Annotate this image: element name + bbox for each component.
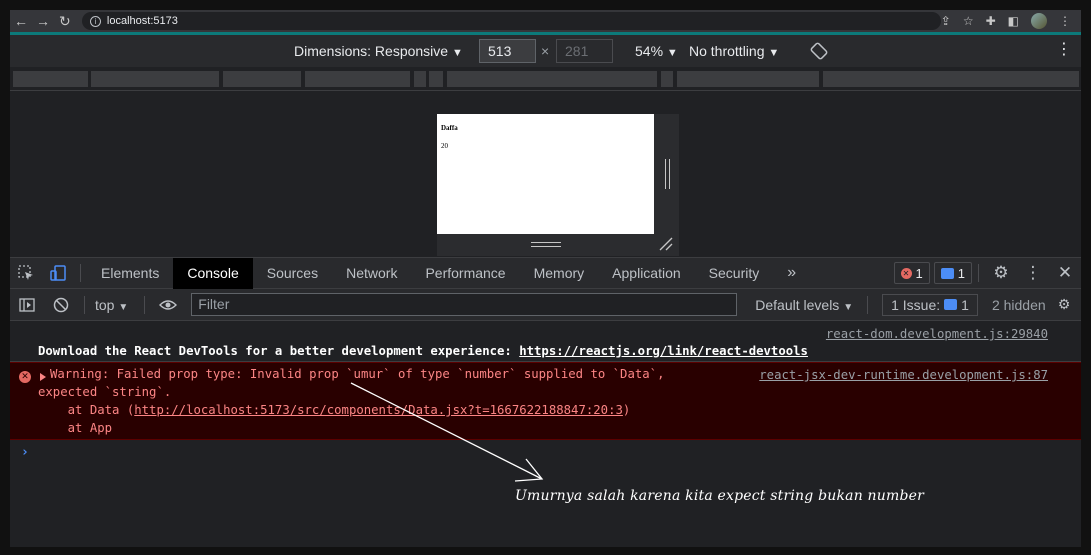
media-query-segment[interactable] — [677, 71, 819, 87]
media-query-segment[interactable] — [429, 71, 443, 87]
height-input[interactable]: 281 — [556, 39, 613, 63]
share-icon[interactable]: ⇪ — [941, 14, 951, 28]
tab-elements[interactable]: Elements — [87, 258, 173, 289]
tab-sources[interactable]: Sources — [253, 258, 332, 289]
divider — [867, 295, 869, 314]
emulated-page[interactable]: Daffa 20 — [437, 114, 654, 234]
dropdown-triangle-icon: ▼ — [666, 47, 678, 59]
resize-grip-icon — [665, 159, 670, 189]
media-query-segment[interactable] — [447, 71, 657, 87]
site-info-icon[interactable]: i — [89, 15, 101, 27]
tab-console[interactable]: Console — [173, 257, 253, 289]
log-levels-select[interactable]: Default levels ▼ — [747, 297, 861, 313]
tab-memory[interactable]: Memory — [520, 258, 599, 289]
live-expression-eye-icon[interactable] — [151, 299, 185, 311]
close-icon[interactable]: ✕ — [1049, 263, 1081, 283]
extensions-puzzle-icon[interactable]: ✚ — [986, 14, 996, 28]
divider — [978, 264, 979, 282]
device-toolbar: Dimensions: Responsive ▼ 513 × 281 54% ▼… — [10, 35, 1081, 67]
bookmark-star-icon[interactable]: ☆ — [963, 14, 974, 28]
divider — [84, 295, 85, 314]
dimensions-select[interactable]: Dimensions: Responsive ▼ — [294, 43, 463, 59]
url-text: localhost:5173 — [106, 15, 178, 27]
hidden-count: 2 hidden — [991, 296, 1046, 313]
throttling-select[interactable]: No throttling ▼ — [689, 43, 779, 59]
inspect-element-icon[interactable] — [10, 258, 42, 289]
dropdown-triangle-icon: ▼ — [768, 47, 780, 59]
annotation-arrow-icon — [350, 382, 544, 482]
media-query-segment[interactable] — [414, 71, 426, 87]
issues-button[interactable]: 1 Issue: 1 — [882, 293, 978, 316]
media-query-segment[interactable] — [13, 71, 88, 87]
browser-window: ← → ↻ i localhost:5173 ⇪ ☆ ✚ ◧ ⋮ Dimensi… — [10, 10, 1081, 547]
side-panel-icon[interactable]: ◧ — [1008, 14, 1019, 28]
error-count-badge[interactable]: ✕ 1 — [893, 262, 930, 284]
clear-console-icon[interactable] — [44, 297, 78, 313]
dropdown-triangle-icon: ▼ — [451, 47, 463, 59]
error-icon: ✕ — [900, 267, 912, 279]
profile-avatar[interactable] — [1031, 13, 1047, 29]
divider — [144, 295, 146, 314]
forward-arrow-icon[interactable]: → — [32, 10, 54, 32]
rotate-device-icon[interactable] — [810, 42, 828, 60]
back-arrow-icon[interactable]: ← — [10, 10, 32, 32]
tab-application[interactable]: Application — [598, 258, 695, 289]
more-tabs-button[interactable]: » — [773, 264, 810, 282]
resize-handle-bottom[interactable] — [437, 234, 654, 256]
message-icon — [940, 267, 954, 279]
context-select[interactable]: top ▼ — [91, 297, 138, 313]
browser-menu-icon[interactable]: ⋮ — [1059, 14, 1071, 28]
device-viewport: Daffa 20 — [10, 91, 1081, 257]
device-toggle-icon[interactable] — [42, 258, 74, 289]
person-age: 20 — [441, 142, 448, 150]
device-toolbar-menu-icon[interactable]: ⋮ — [1056, 41, 1072, 59]
address-bar[interactable]: i localhost:5173 — [81, 12, 941, 30]
media-query-segment[interactable] — [223, 71, 301, 87]
annotation-text: Umurnya salah karena kita expect string … — [515, 488, 925, 504]
devtools-actions: ✕ 1 1 ⚙ ⋮ ✕ — [890, 262, 1081, 284]
divider — [80, 264, 81, 282]
console-output: react-dom.development.js:29840 Download … — [10, 321, 1081, 547]
filter-input[interactable]: Filter — [191, 293, 738, 316]
media-query-segment[interactable] — [661, 71, 673, 87]
tab-security[interactable]: Security — [695, 258, 774, 289]
browser-toolbar: ← → ↻ i localhost:5173 ⇪ ☆ ✚ ◧ ⋮ — [10, 10, 1081, 32]
width-input[interactable]: 513 — [479, 39, 536, 63]
media-query-segment[interactable] — [91, 71, 219, 87]
media-query-segment[interactable] — [823, 71, 1079, 87]
message-count-badge[interactable]: 1 — [933, 262, 972, 284]
browser-actions: ⇪ ☆ ✚ ◧ ⋮ — [941, 13, 1081, 29]
settings-gear-icon[interactable]: ⚙ — [985, 263, 1017, 283]
console-toolbar: top ▼ Filter Default levels ▼ 1 Issue: 1… — [10, 289, 1081, 321]
resize-grip-icon — [531, 242, 561, 247]
dropdown-triangle-icon: ▼ — [843, 301, 854, 313]
times-sign: × — [541, 43, 550, 59]
devtools-tabbar: Elements Console Sources Network Perform… — [10, 257, 1081, 289]
console-settings-gear-icon[interactable]: ⚙ — [1047, 296, 1081, 313]
devtools-menu-icon[interactable]: ⋮ — [1017, 263, 1049, 283]
zoom-select[interactable]: 54% ▼ — [635, 43, 678, 59]
media-query-segment[interactable] — [305, 71, 410, 87]
person-name: Daffa — [441, 124, 458, 132]
sidebar-toggle-icon[interactable] — [10, 297, 44, 312]
media-query-bar — [10, 67, 1081, 91]
tab-network[interactable]: Network — [332, 258, 411, 289]
resize-corner-icon[interactable] — [656, 234, 676, 254]
dropdown-triangle-icon: ▼ — [118, 301, 129, 313]
reload-icon[interactable]: ↻ — [54, 10, 76, 32]
issue-message-icon — [944, 299, 958, 310]
tab-performance[interactable]: Performance — [411, 258, 519, 289]
